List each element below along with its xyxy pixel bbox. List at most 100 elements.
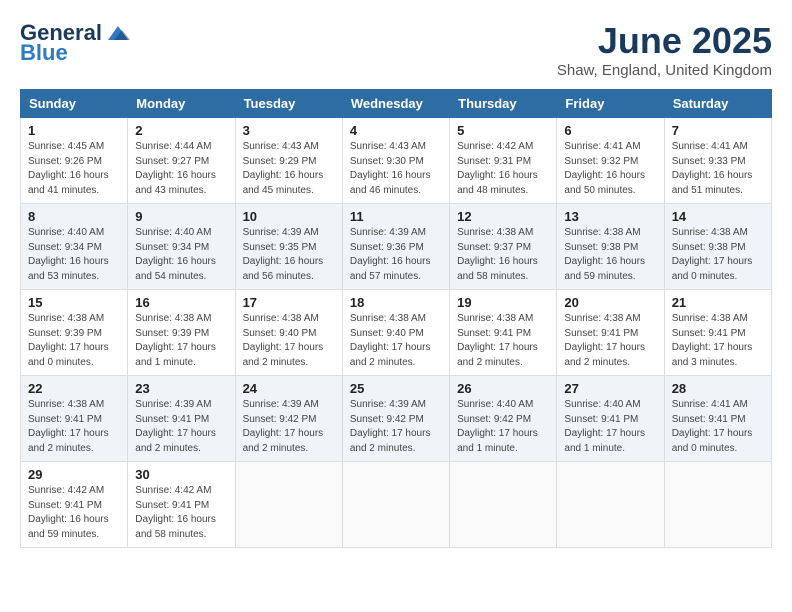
day-info: Sunrise: 4:41 AM Sunset: 9:41 PM Dayligh…: [672, 398, 764, 456]
day-number: 15: [28, 295, 120, 310]
day-number: 21: [672, 295, 764, 310]
calendar-col-header: Saturday: [664, 90, 771, 118]
day-info: Sunrise: 4:44 AM Sunset: 9:27 PM Dayligh…: [135, 140, 227, 198]
calendar-day-cell: 12Sunrise: 4:38 AM Sunset: 9:37 PM Dayli…: [450, 204, 557, 290]
calendar-day-cell: 14 Sunrise: 4:38 AM Sunset: 9:38 PM Dayli…: [664, 204, 771, 290]
day-info: Sunrise: 4:38 AM Sunset: 9:41 PM Dayligh…: [457, 312, 549, 370]
day-number: 17: [243, 295, 335, 310]
calendar-title: June 2025: [557, 20, 772, 62]
day-number: 1: [28, 123, 120, 138]
calendar-day-cell: 1 Sunrise: 4:45 AM Sunset: 9:26 PM Daylig…: [21, 118, 128, 204]
calendar-day-cell: 22 Sunrise: 4:38 AM Sunset: 9:41 PM Dayli…: [21, 376, 128, 462]
logo-text-blue: Blue: [20, 40, 68, 66]
day-info: Sunrise: 4:45 AM Sunset: 9:26 PM Dayligh…: [28, 140, 120, 198]
day-number: 28: [672, 381, 764, 396]
day-number: 16: [135, 295, 227, 310]
day-number: 5: [457, 123, 549, 138]
day-number: 18: [350, 295, 442, 310]
day-info: Sunrise: 4:38 AM Sunset: 9:40 PM Dayligh…: [243, 312, 335, 370]
day-number: 23: [135, 381, 227, 396]
calendar-day-cell: 17 Sunrise: 4:38 AM Sunset: 9:40 PM Dayli…: [235, 290, 342, 376]
day-info: Sunrise: 4:40 AM Sunset: 9:42 PM Dayligh…: [457, 398, 549, 456]
day-info: Sunrise: 4:43 AM Sunset: 9:29 PM Dayligh…: [243, 140, 335, 198]
calendar-day-cell: 24 Sunrise: 4:39 AM Sunset: 9:42 PM Dayli…: [235, 376, 342, 462]
calendar-day-cell: 8Sunrise: 4:40 AM Sunset: 9:34 PM Daylig…: [21, 204, 128, 290]
calendar-col-header: Tuesday: [235, 90, 342, 118]
day-info: Sunrise: 4:41 AM Sunset: 9:32 PM Dayligh…: [564, 140, 656, 198]
calendar-day-cell: 3 Sunrise: 4:43 AM Sunset: 9:29 PM Daylig…: [235, 118, 342, 204]
calendar-subtitle: Shaw, England, United Kingdom: [557, 62, 772, 79]
logo-icon: [104, 22, 132, 44]
calendar-day-cell: 15 Sunrise: 4:38 AM Sunset: 9:39 PM Dayli…: [21, 290, 128, 376]
day-info: Sunrise: 4:39 AM Sunset: 9:42 PM Dayligh…: [350, 398, 442, 456]
calendar-week-row: 22 Sunrise: 4:38 AM Sunset: 9:41 PM Dayli…: [21, 376, 772, 462]
day-info: Sunrise: 4:38 AM Sunset: 9:41 PM Dayligh…: [28, 398, 120, 456]
day-info: Sunrise: 4:38 AM Sunset: 9:40 PM Dayligh…: [350, 312, 442, 370]
day-number: 3: [243, 123, 335, 138]
calendar-day-cell: 10 Sunrise: 4:39 AM Sunset: 9:35 PM Dayli…: [235, 204, 342, 290]
day-info: Sunrise: 4:40 AM Sunset: 9:34 PM Dayligh…: [135, 226, 227, 284]
calendar-day-cell: 23Sunrise: 4:39 AM Sunset: 9:41 PM Dayli…: [128, 376, 235, 462]
title-area: June 2025 Shaw, England, United Kingdom: [557, 20, 772, 79]
logo: General Blue: [20, 20, 132, 66]
day-number: 6: [564, 123, 656, 138]
calendar-body: 1 Sunrise: 4:45 AM Sunset: 9:26 PM Daylig…: [21, 118, 772, 548]
day-number: 14: [672, 209, 764, 224]
calendar-day-cell: 4 Sunrise: 4:43 AM Sunset: 9:30 PM Daylig…: [342, 118, 449, 204]
calendar-day-cell: [342, 462, 449, 548]
day-info: Sunrise: 4:41 AM Sunset: 9:33 PM Dayligh…: [672, 140, 764, 198]
calendar-col-header: Wednesday: [342, 90, 449, 118]
calendar-day-cell: 2 Sunrise: 4:44 AM Sunset: 9:27 PM Daylig…: [128, 118, 235, 204]
day-info: Sunrise: 4:42 AM Sunset: 9:41 PM Dayligh…: [28, 484, 120, 542]
calendar-day-cell: 30Sunrise: 4:42 AM Sunset: 9:41 PM Dayli…: [128, 462, 235, 548]
day-number: 19: [457, 295, 549, 310]
calendar-week-row: 29 Sunrise: 4:42 AM Sunset: 9:41 PM Dayli…: [21, 462, 772, 548]
day-info: Sunrise: 4:39 AM Sunset: 9:42 PM Dayligh…: [243, 398, 335, 456]
day-number: 24: [243, 381, 335, 396]
day-info: Sunrise: 4:38 AM Sunset: 9:38 PM Dayligh…: [672, 226, 764, 284]
day-info: Sunrise: 4:38 AM Sunset: 9:41 PM Dayligh…: [564, 312, 656, 370]
day-number: 7: [672, 123, 764, 138]
day-info: Sunrise: 4:38 AM Sunset: 9:39 PM Dayligh…: [28, 312, 120, 370]
day-number: 26: [457, 381, 549, 396]
day-info: Sunrise: 4:42 AM Sunset: 9:41 PM Dayligh…: [135, 484, 227, 542]
day-number: 27: [564, 381, 656, 396]
day-number: 2: [135, 123, 227, 138]
calendar-day-cell: 9 Sunrise: 4:40 AM Sunset: 9:34 PM Daylig…: [128, 204, 235, 290]
calendar-header-row: SundayMondayTuesdayWednesdayThursdayFrid…: [21, 90, 772, 118]
day-number: 22: [28, 381, 120, 396]
day-info: Sunrise: 4:43 AM Sunset: 9:30 PM Dayligh…: [350, 140, 442, 198]
calendar-col-header: Monday: [128, 90, 235, 118]
day-info: Sunrise: 4:40 AM Sunset: 9:41 PM Dayligh…: [564, 398, 656, 456]
day-number: 13: [564, 209, 656, 224]
calendar-day-cell: 7 Sunrise: 4:41 AM Sunset: 9:33 PM Daylig…: [664, 118, 771, 204]
calendar-day-cell: [664, 462, 771, 548]
day-number: 29: [28, 467, 120, 482]
calendar-day-cell: 5Sunrise: 4:42 AM Sunset: 9:31 PM Daylig…: [450, 118, 557, 204]
page-header: General Blue June 2025 Shaw, England, Un…: [20, 20, 772, 79]
day-number: 4: [350, 123, 442, 138]
calendar-day-cell: 29 Sunrise: 4:42 AM Sunset: 9:41 PM Dayli…: [21, 462, 128, 548]
day-info: Sunrise: 4:38 AM Sunset: 9:39 PM Dayligh…: [135, 312, 227, 370]
calendar-col-header: Friday: [557, 90, 664, 118]
day-number: 11: [350, 209, 442, 224]
calendar-day-cell: 13 Sunrise: 4:38 AM Sunset: 9:38 PM Dayli…: [557, 204, 664, 290]
day-info: Sunrise: 4:38 AM Sunset: 9:38 PM Dayligh…: [564, 226, 656, 284]
calendar-day-cell: 27 Sunrise: 4:40 AM Sunset: 9:41 PM Dayli…: [557, 376, 664, 462]
calendar-col-header: Sunday: [21, 90, 128, 118]
calendar-day-cell: 6 Sunrise: 4:41 AM Sunset: 9:32 PM Daylig…: [557, 118, 664, 204]
calendar-table: SundayMondayTuesdayWednesdayThursdayFrid…: [20, 89, 772, 548]
calendar-week-row: 8Sunrise: 4:40 AM Sunset: 9:34 PM Daylig…: [21, 204, 772, 290]
calendar-day-cell: 28 Sunrise: 4:41 AM Sunset: 9:41 PM Dayli…: [664, 376, 771, 462]
day-number: 9: [135, 209, 227, 224]
calendar-day-cell: [235, 462, 342, 548]
calendar-col-header: Thursday: [450, 90, 557, 118]
day-info: Sunrise: 4:39 AM Sunset: 9:35 PM Dayligh…: [243, 226, 335, 284]
day-number: 10: [243, 209, 335, 224]
day-info: Sunrise: 4:40 AM Sunset: 9:34 PM Dayligh…: [28, 226, 120, 284]
day-info: Sunrise: 4:38 AM Sunset: 9:37 PM Dayligh…: [457, 226, 549, 284]
calendar-week-row: 1 Sunrise: 4:45 AM Sunset: 9:26 PM Daylig…: [21, 118, 772, 204]
day-info: Sunrise: 4:39 AM Sunset: 9:36 PM Dayligh…: [350, 226, 442, 284]
calendar-day-cell: 26 Sunrise: 4:40 AM Sunset: 9:42 PM Dayli…: [450, 376, 557, 462]
calendar-day-cell: [450, 462, 557, 548]
